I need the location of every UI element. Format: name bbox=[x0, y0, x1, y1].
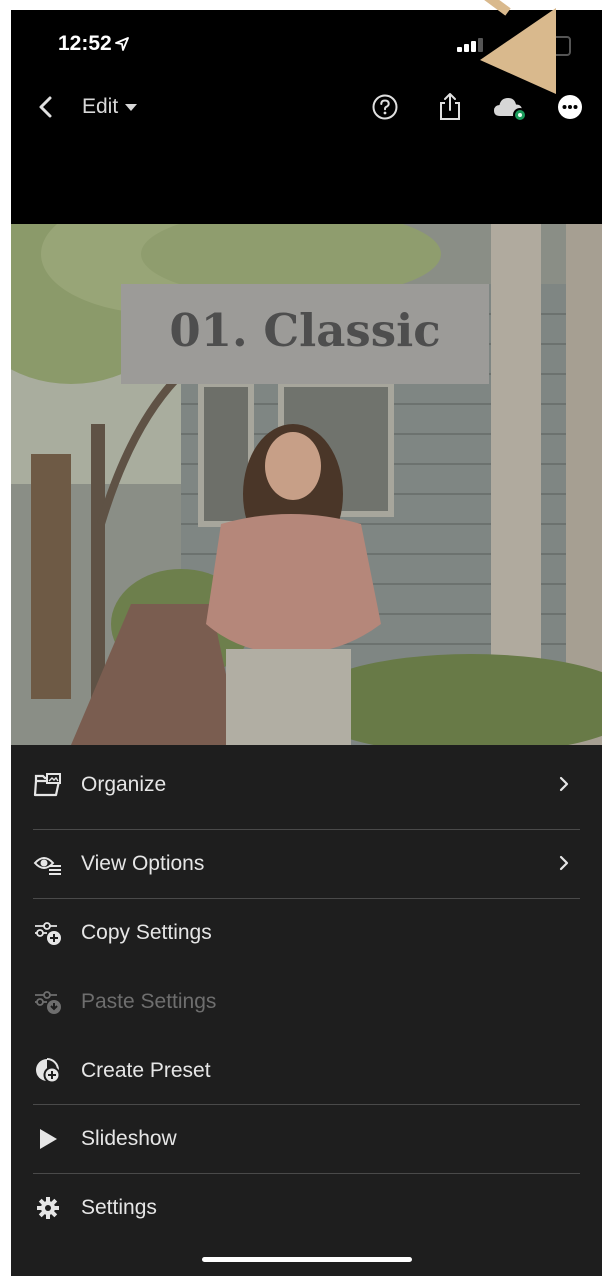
menu-item-label: Create Preset bbox=[81, 1059, 211, 1082]
share-icon[interactable] bbox=[436, 90, 464, 122]
menu-item-label: View Options bbox=[81, 852, 205, 875]
menu-item-label: Organize bbox=[81, 773, 167, 796]
menu-item-label: Slideshow bbox=[81, 1127, 177, 1150]
back-chevron-icon[interactable] bbox=[33, 94, 59, 120]
gear-icon bbox=[33, 1193, 63, 1223]
app-screen: 12:52 Edit 01. Classic Organize View Opt… bbox=[11, 10, 602, 1276]
home-indicator[interactable] bbox=[202, 1257, 412, 1262]
location-arrow-icon bbox=[115, 37, 129, 51]
top-bar: 12:52 Edit bbox=[11, 10, 602, 224]
menu-item-settings[interactable]: Settings bbox=[33, 1174, 580, 1242]
menu-item-slideshow[interactable]: Slideshow bbox=[33, 1105, 580, 1173]
folder-image-icon bbox=[33, 770, 63, 800]
photo-preview[interactable]: 01. Classic bbox=[11, 224, 602, 745]
menu-item-label: Paste Settings bbox=[81, 990, 217, 1013]
photo-sign-text: 01. Classic bbox=[169, 304, 441, 357]
chevron-right-icon bbox=[559, 776, 569, 792]
photo-image bbox=[11, 224, 602, 745]
caret-down-icon bbox=[125, 103, 138, 111]
status-time: 12:52 bbox=[58, 32, 112, 55]
menu-item-label: Copy Settings bbox=[81, 921, 212, 944]
signal-strength-icon bbox=[457, 38, 487, 52]
menu-item-organize[interactable]: Organize bbox=[33, 751, 580, 819]
menu-item-label: Settings bbox=[81, 1196, 157, 1219]
menu-item-create-preset[interactable]: Create Preset bbox=[33, 1037, 580, 1105]
paste-settings-icon bbox=[33, 987, 63, 1017]
help-icon[interactable] bbox=[371, 93, 399, 121]
create-preset-icon bbox=[33, 1056, 63, 1086]
edit-mode-dropdown[interactable]: Edit bbox=[82, 95, 138, 119]
menu-item-paste-settings[interactable]: Paste Settings bbox=[33, 968, 580, 1036]
copy-settings-icon bbox=[33, 918, 63, 948]
edit-mode-label: Edit bbox=[82, 95, 119, 118]
battery-icon bbox=[545, 36, 571, 56]
play-icon bbox=[33, 1124, 63, 1154]
menu-item-view-options[interactable]: View Options bbox=[33, 830, 580, 898]
chevron-right-icon bbox=[559, 855, 569, 871]
view-options-icon bbox=[33, 849, 63, 879]
more-options-icon[interactable] bbox=[557, 94, 583, 120]
menu-item-copy-settings[interactable]: Copy Settings bbox=[33, 899, 580, 967]
cloud-sync-icon[interactable] bbox=[492, 94, 530, 122]
